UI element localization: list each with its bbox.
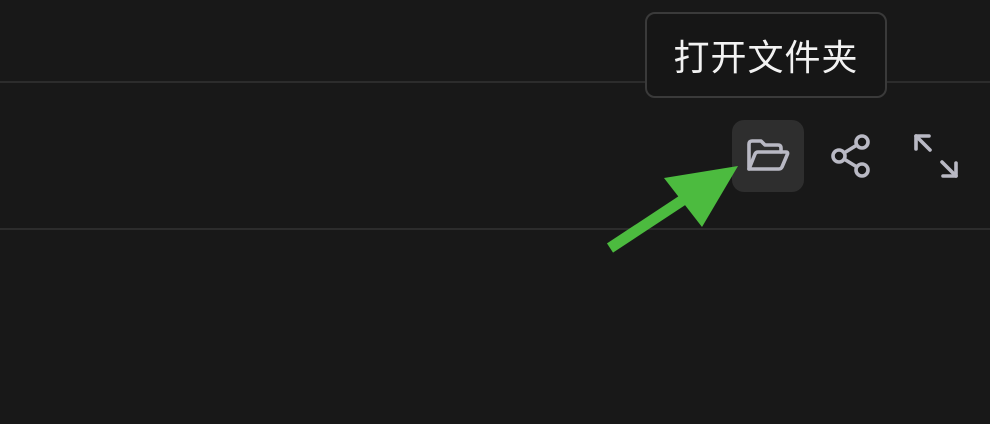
expand-button[interactable]: [900, 120, 972, 192]
share-button[interactable]: [816, 120, 888, 192]
folder-open-icon: [747, 139, 790, 171]
bottom-divider: [0, 228, 990, 230]
share-icon: [831, 134, 870, 178]
tooltip-text: 打开文件夹: [673, 38, 859, 79]
page: 打开文件夹: [0, 0, 990, 424]
toolbar: [0, 120, 990, 192]
annotation-arrow-icon: [606, 166, 738, 253]
expand-icon: [914, 134, 958, 178]
tooltip: 打开文件夹: [645, 12, 887, 98]
